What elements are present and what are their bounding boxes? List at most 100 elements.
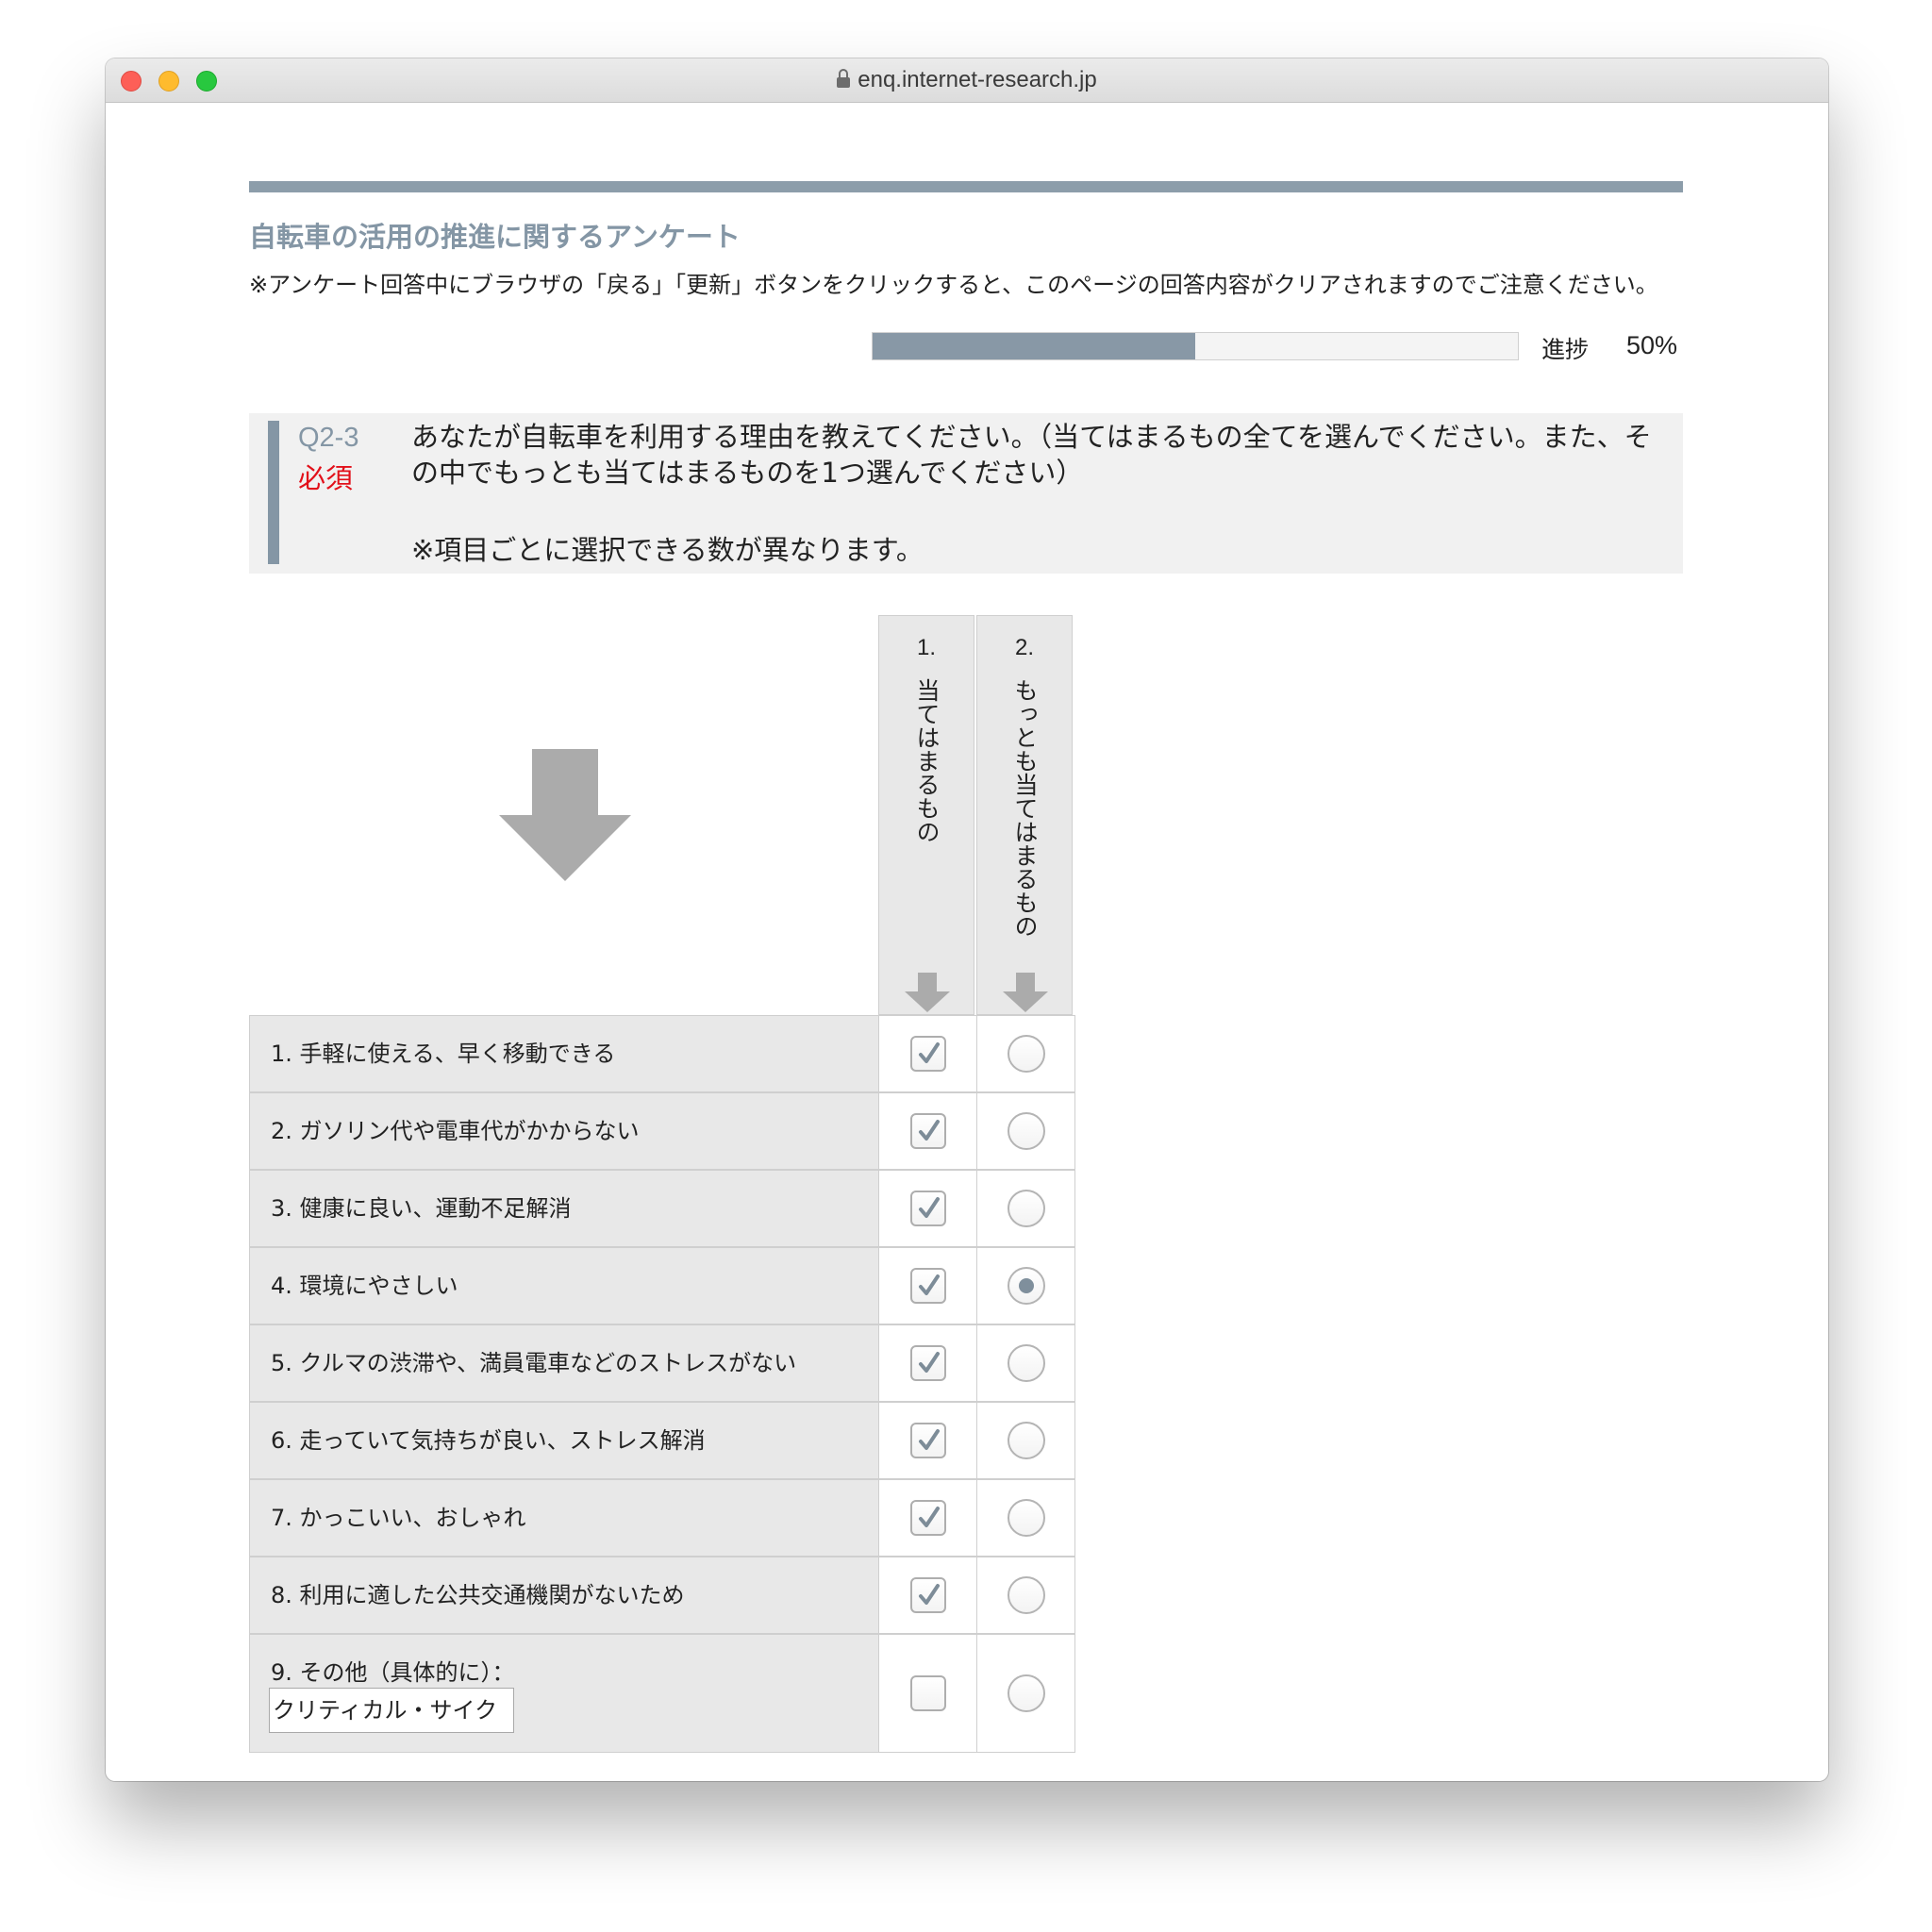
row-label: 5. クルマの渋滞や、満員電車などのストレスがない [271,1350,797,1376]
applicable-checkbox[interactable] [909,1345,946,1381]
radio-cell[interactable] [976,1634,1075,1753]
row-label: 8. 利用に適した公共交通機関がないため [271,1582,685,1608]
column-label: もっとも当てはまるもの [1011,678,1039,938]
checkmark-icon [918,1429,940,1450]
answer-row: 2. ガソリン代や電車代がかからない [249,1092,1078,1170]
radio-cell[interactable] [976,1247,1075,1324]
checkmark-icon [918,1352,940,1373]
down-arrow-icon [499,749,631,881]
checkbox-cell[interactable] [878,1092,977,1170]
radio-cell[interactable] [976,1170,1075,1247]
answer-row: 5. クルマの渋滞や、満員電車などのストレスがない [249,1324,1078,1402]
checkmark-icon [918,1274,940,1295]
column-header-applicable: 1. 当てはまるもの [878,615,974,1015]
question-number: Q2-3 [298,423,359,453]
checkbox-cell[interactable] [878,1634,977,1753]
address-bar[interactable]: enq.internet-research.jp [106,58,1828,102]
most-applicable-radio[interactable] [1007,1035,1045,1073]
radio-cell[interactable] [976,1402,1075,1479]
checkmark-icon [918,1584,940,1605]
most-applicable-radio[interactable] [1007,1499,1045,1537]
checkbox-cell[interactable] [878,1170,977,1247]
progress-fill [873,333,1195,359]
row-label-cell: 7. かっこいい、おしゃれ [249,1479,879,1557]
applicable-checkbox[interactable] [909,1577,946,1613]
row-label-cell: 8. 利用に適した公共交通機関がないため [249,1557,879,1634]
answer-row: 7. かっこいい、おしゃれ [249,1479,1078,1557]
row-label-cell: 1. 手軽に使える、早く移動できる [249,1015,879,1092]
radio-selected-dot [1018,1278,1034,1293]
down-arrow-icon [1003,973,1048,1012]
checkbox-cell[interactable] [878,1015,977,1092]
question-box: Q2-3 必須 あなたが自転車を利用する理由を教えてください。（当てはまるもの全… [249,413,1683,574]
most-applicable-radio[interactable] [1007,1674,1045,1712]
answer-row: 4. 環境にやさしい [249,1247,1078,1324]
answer-row: 3. 健康に良い、運動不足解消 [249,1170,1078,1247]
checkmark-icon [918,1507,940,1527]
row-label: 3. 健康に良い、運動不足解消 [271,1195,572,1222]
most-applicable-radio[interactable] [1007,1422,1045,1459]
applicable-checkbox[interactable] [909,1268,946,1304]
checkbox-cell[interactable] [878,1247,977,1324]
row-label: 7. かっこいい、おしゃれ [271,1505,526,1531]
survey-title: 自転車の活用の推進に関するアンケート [249,221,741,253]
radio-cell[interactable] [976,1324,1075,1402]
row-label: 6. 走っていて気持ちが良い、ストレス解消 [271,1427,706,1454]
applicable-checkbox[interactable] [909,1675,946,1711]
lock-icon [837,69,851,90]
checkbox-cell[interactable] [878,1479,977,1557]
question-note: ※項目ごとに選択できる数が異なります。 [411,534,924,566]
most-applicable-radio[interactable] [1007,1344,1045,1382]
radio-cell[interactable] [976,1557,1075,1634]
row-label-cell: 5. クルマの渋滞や、満員電車などのストレスがない [249,1324,879,1402]
most-applicable-radio[interactable] [1007,1576,1045,1614]
checkbox-cell[interactable] [878,1402,977,1479]
browser-window: enq.internet-research.jp 自転車の活用の推進に関するアン… [106,58,1828,1781]
row-label-cell: 2. ガソリン代や電車代がかからない [249,1092,879,1170]
applicable-checkbox[interactable] [909,1191,946,1226]
other-text-input[interactable]: クリティカル・サイク [269,1688,514,1733]
radio-cell[interactable] [976,1015,1075,1092]
applicable-checkbox[interactable] [909,1423,946,1458]
applicable-checkbox[interactable] [909,1113,946,1149]
url-text: enq.internet-research.jp [858,67,1097,92]
row-label-cell: 9. その他（具体的に）： クリティカル・サイク [249,1634,879,1753]
most-applicable-radio[interactable] [1007,1267,1045,1305]
answer-row: 1. 手軽に使える、早く移動できる [249,1015,1078,1092]
checkmark-icon [918,1197,940,1218]
row-label-cell: 6. 走っていて気持ちが良い、ストレス解消 [249,1402,879,1479]
question-text: あなたが自転車を利用する理由を教えてください。（当てはまるもの全てを選んでくださ… [411,421,1652,489]
down-arrow-icon [905,973,950,1012]
applicable-checkbox[interactable] [909,1500,946,1536]
answer-row: 9. その他（具体的に）： クリティカル・サイク [249,1634,1078,1753]
checkbox-cell[interactable] [878,1324,977,1402]
checkmark-icon [918,1120,940,1141]
row-label: 9. その他（具体的に）： [271,1659,515,1686]
row-label: 2. ガソリン代や電車代がかからない [271,1118,640,1144]
checkmark-icon [918,1042,940,1063]
applicable-checkbox[interactable] [909,1036,946,1072]
most-applicable-radio[interactable] [1007,1190,1045,1227]
checkbox-cell[interactable] [878,1557,977,1634]
column-number: 1. [916,635,936,660]
row-label-cell: 4. 環境にやさしい [249,1247,879,1324]
progress-bar [872,332,1519,360]
column-header-most-applicable: 2. もっとも当てはまるもの [976,615,1073,1015]
column-number: 2. [1014,635,1034,660]
title-bar: enq.internet-research.jp [106,58,1828,103]
survey-notice: ※アンケート回答中にブラウザの「戻る」「更新」ボタンをクリックすると、このページ… [249,272,1658,298]
progress-label: 進捗 [1541,336,1590,363]
required-badge: 必須 [298,462,354,494]
answer-row: 8. 利用に適した公共交通機関がないため [249,1557,1078,1634]
answer-row: 6. 走っていて気持ちが良い、ストレス解消 [249,1402,1078,1479]
row-label-cell: 3. 健康に良い、運動不足解消 [249,1170,879,1247]
radio-cell[interactable] [976,1479,1075,1557]
radio-cell[interactable] [976,1092,1075,1170]
row-label: 4. 環境にやさしい [271,1273,458,1299]
row-label: 1. 手軽に使える、早く移動できる [271,1041,616,1067]
most-applicable-radio[interactable] [1007,1112,1045,1150]
column-label: 当てはまるもの [913,678,941,843]
header-divider [249,181,1683,192]
progress-value: 50% [1626,331,1678,359]
question-accent-bar [268,421,279,564]
